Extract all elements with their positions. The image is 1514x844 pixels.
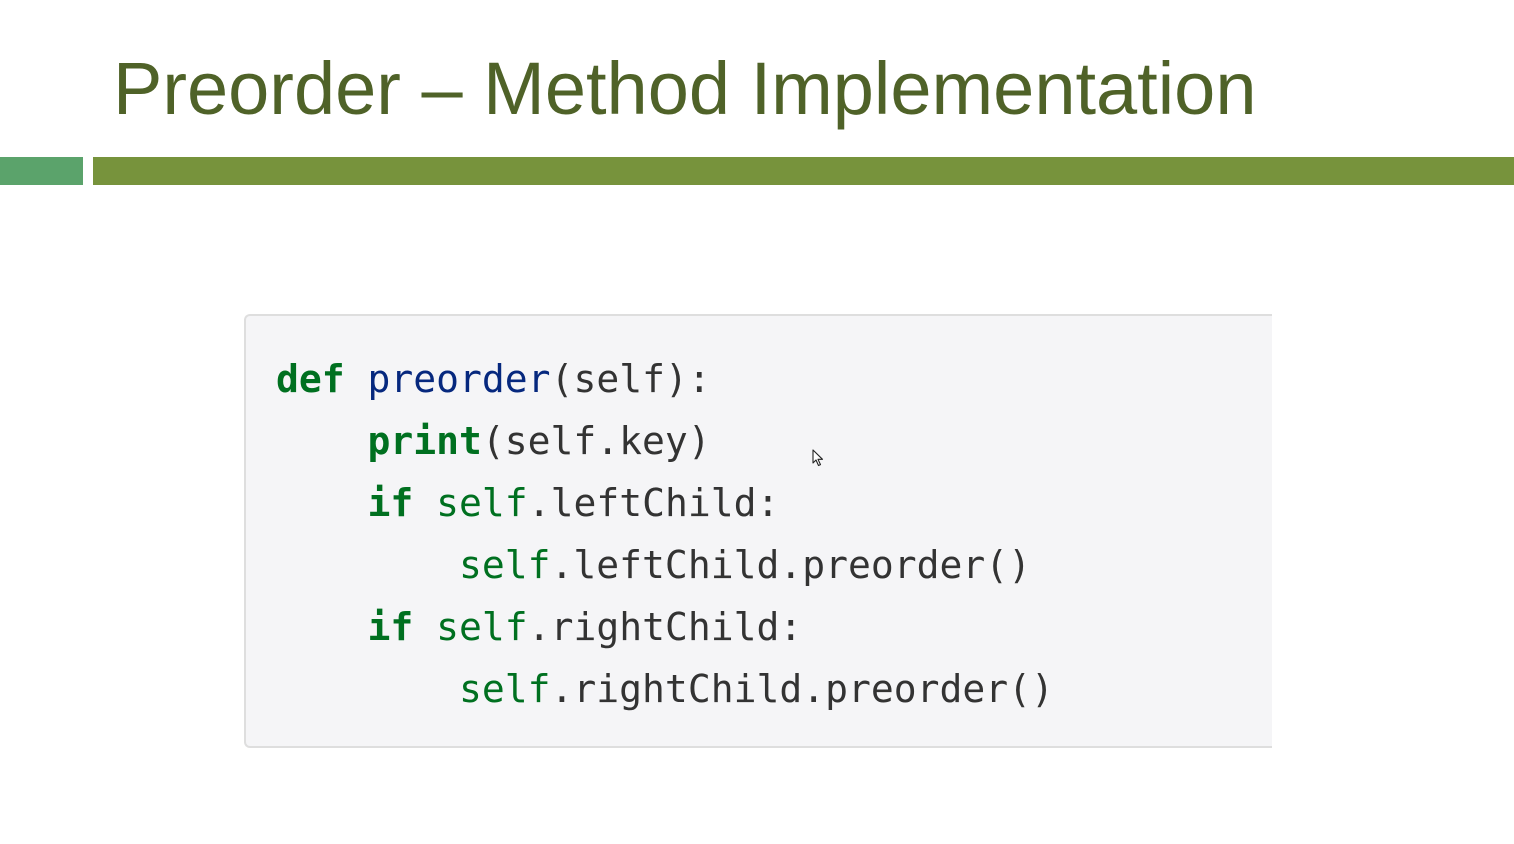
code-line: print(self.key) <box>276 410 1054 472</box>
code-token: .leftChild.preorder() <box>550 543 1031 587</box>
code-token: .rightChild: <box>527 605 803 649</box>
code-token: def <box>276 357 345 401</box>
code-token: .leftChild: <box>527 481 780 525</box>
slide-title: Preorder – Method Implementation <box>113 47 1257 130</box>
code-token: if <box>367 605 414 649</box>
title-accent-bar <box>0 157 83 185</box>
code-line: self.rightChild.preorder() <box>276 658 1054 720</box>
code-token: if <box>367 481 414 525</box>
code-line: if self.rightChild: <box>276 596 1054 658</box>
code-token: print <box>367 419 482 463</box>
code-token: self <box>459 543 551 587</box>
code-token: self <box>436 481 528 525</box>
code-token: (self.key) <box>481 419 711 463</box>
code-line: def preorder(self): <box>276 348 1054 410</box>
code-token: self <box>436 605 528 649</box>
code-token: self <box>459 667 551 711</box>
code-token: .rightChild.preorder() <box>550 667 1054 711</box>
code-line: self.leftChild.preorder() <box>276 534 1054 596</box>
code-listing: def preorder(self): print(self.key) if s… <box>276 348 1054 720</box>
title-underline-bar <box>93 157 1514 185</box>
code-block: def preorder(self): print(self.key) if s… <box>244 314 1272 748</box>
code-token: preorder <box>367 357 551 401</box>
code-line: if self.leftChild: <box>276 472 1054 534</box>
code-token: (self): <box>550 357 711 401</box>
mouse-pointer-icon <box>812 449 824 467</box>
